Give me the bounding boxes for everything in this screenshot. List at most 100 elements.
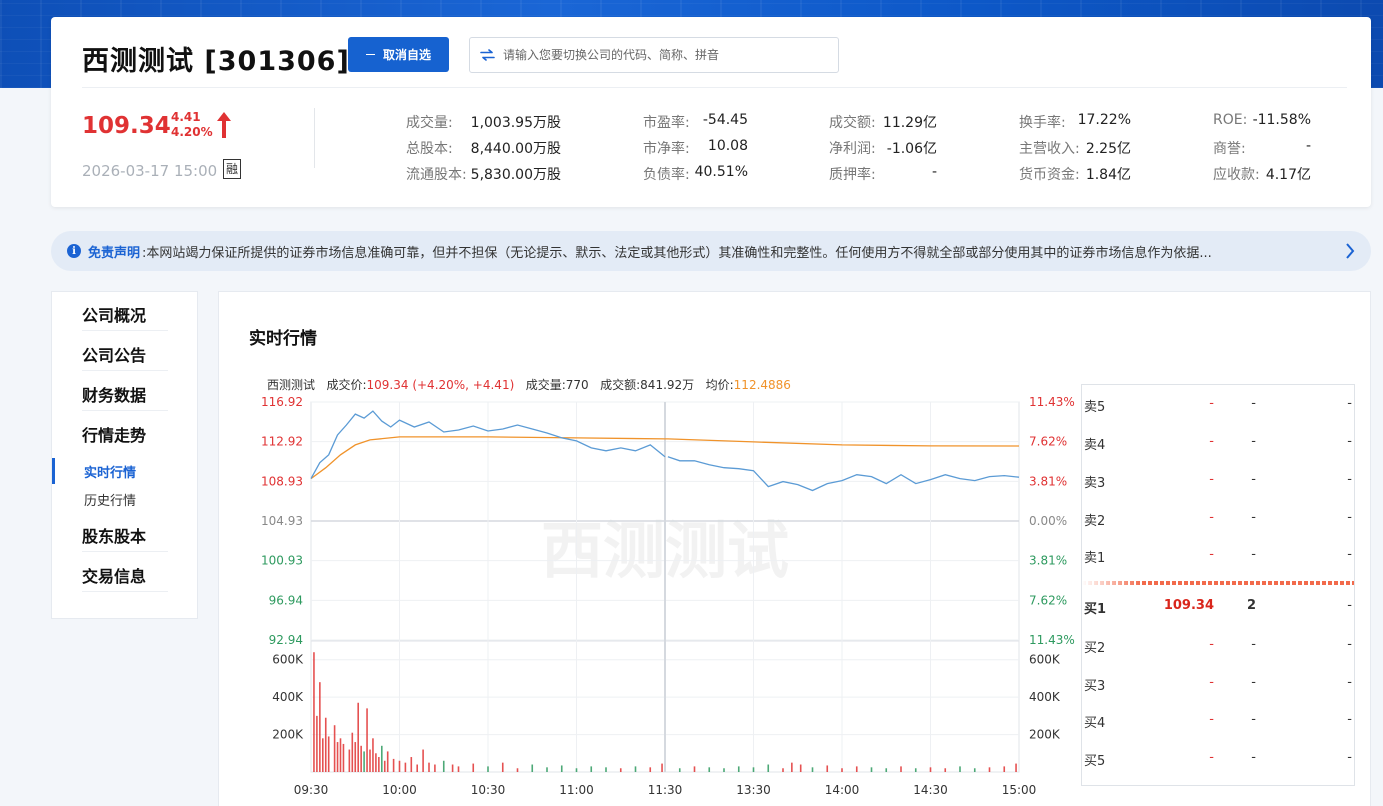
order-book-level-label: 买4	[1084, 716, 1106, 731]
disclaimer-title: 免责声明	[88, 245, 141, 261]
volume-bar	[372, 738, 374, 772]
order-book-price: -	[1209, 434, 1214, 449]
metric-value: -11.58%	[1252, 112, 1311, 128]
volume-bar	[392, 758, 395, 772]
order-book-price: -	[1209, 637, 1214, 652]
chevron-right-icon[interactable]	[1345, 242, 1355, 264]
pct-tick-label: 3.81%	[1029, 554, 1067, 568]
sidebar-item-shareholders[interactable]: 股东股本	[82, 522, 168, 552]
swap-icon	[480, 46, 495, 65]
sidebar-item-financials[interactable]: 财务数据	[82, 381, 168, 411]
volume-bar	[319, 682, 321, 772]
metric-label: 市盈率:	[643, 115, 690, 131]
company-search-box[interactable]	[469, 37, 839, 73]
pct-tick-label: 3.81%	[1029, 474, 1067, 488]
intraday-chart[interactable]: 西测测试116.92 11.43%112.92 7.62%108.93 3.81%10…	[219, 292, 1079, 806]
order-book-row: 卖5 - - -	[1082, 396, 1354, 416]
volume-bar	[900, 766, 902, 772]
metric-value: 4.17亿	[1265, 167, 1311, 183]
order-book-extra: -	[1347, 637, 1352, 652]
sidebar-subitem-realtime[interactable]: 实时行情	[84, 462, 136, 481]
volume-bar	[381, 745, 383, 772]
info-icon: i	[67, 244, 81, 258]
volume-bar	[451, 764, 454, 772]
order-book-extra: -	[1347, 750, 1352, 765]
price-tick-label: 116.92	[261, 395, 303, 409]
order-book-level-label: 卖1	[1084, 551, 1106, 566]
time-tick-label: 10:00	[382, 783, 417, 797]
volume-bar	[531, 764, 534, 772]
metric-item: 市净率: 10.08	[643, 138, 748, 158]
metric-label: 主营收入:	[1019, 141, 1080, 157]
volume-bar	[767, 764, 770, 772]
order-book-row: 卖3 - - -	[1082, 472, 1354, 492]
sidebar-item-company-overview[interactable]: 公司概况	[82, 301, 168, 331]
metric-label: 应收款:	[1213, 167, 1260, 183]
volume-bar	[416, 764, 418, 772]
metric-label: 商誉:	[1213, 141, 1246, 157]
metric-item: 主营收入: 2.25亿	[1019, 138, 1131, 158]
volume-bar	[342, 743, 345, 772]
metric-value: -	[931, 164, 937, 180]
volume-bar	[410, 757, 413, 772]
price-tick-label: 112.92	[261, 435, 303, 449]
volume-bar	[737, 766, 740, 772]
pct-tick-label: 0.00%	[1029, 514, 1067, 528]
volume-bar	[375, 753, 377, 772]
disclaimer-bar[interactable]: i 免责声明 :本网站竭力保证所提供的证券市场信息准确可靠，但并不担保（无论提示…	[51, 231, 1371, 271]
volume-bar	[398, 760, 401, 772]
quote-datetime: 2026-03-17 15:00	[82, 162, 218, 180]
metric-label: ROE:	[1213, 112, 1248, 128]
sidebar-subitem-history[interactable]: 历史行情	[84, 490, 136, 509]
sidebar-item-market-trend[interactable]: 行情走势	[82, 421, 168, 451]
volume-bar	[885, 768, 888, 772]
metric-label: 市净率:	[643, 141, 690, 157]
margin-trading-badge: 融	[223, 159, 242, 179]
metric-item: 负债率: 40.51%	[643, 164, 748, 184]
sidebar-item-trading-info[interactable]: 交易信息	[82, 562, 168, 592]
cancel-watchlist-button[interactable]: 取消自选	[348, 37, 449, 72]
metric-label: 成交额:	[829, 115, 876, 131]
volume-bar	[363, 751, 365, 772]
metric-value: -1.06亿	[886, 141, 937, 157]
order-book-extra: -	[1347, 434, 1352, 449]
metric-label: 货币资金:	[1019, 167, 1080, 183]
volume-tick-label: 400K	[272, 690, 304, 704]
volume-bar	[811, 767, 814, 772]
metric-item: 总股本: 8,440.00万股	[406, 138, 561, 158]
volume-bar	[324, 717, 327, 772]
metric-label: 负债率:	[643, 167, 690, 183]
volume-bar	[333, 725, 336, 772]
volume-bar	[661, 763, 663, 772]
metric-item: 流通股本: 5,830.00万股	[406, 164, 561, 184]
order-book-volume: -	[1251, 712, 1256, 727]
order-book-row: 卖2 - - -	[1082, 510, 1354, 530]
order-book-level-label: 买1	[1084, 602, 1107, 617]
volume-bar	[619, 768, 622, 772]
price-tick-label: 108.93	[261, 474, 303, 488]
volume-bar	[351, 732, 354, 772]
metric-item: ROE: -11.58%	[1213, 112, 1311, 128]
page-title: 西测测试 [301306]	[82, 46, 350, 77]
order-book-price: -	[1209, 712, 1214, 727]
order-book-extra: -	[1347, 510, 1352, 525]
metric-value: 11.29亿	[882, 115, 937, 131]
volume-bar	[752, 767, 755, 772]
order-book-volume: -	[1251, 750, 1256, 765]
volume-bar	[378, 757, 380, 772]
order-book-price: -	[1209, 750, 1214, 765]
order-book-price: -	[1209, 675, 1214, 690]
pct-tick-label: 7.62%	[1029, 593, 1067, 607]
sidebar-item-announcements[interactable]: 公司公告	[82, 341, 168, 371]
metric-label: 净利润:	[829, 141, 876, 157]
volume-bar	[313, 652, 315, 772]
volume-bar	[575, 768, 578, 772]
metric-item: 成交量: 1,003.95万股	[406, 112, 561, 132]
metric-label: 质押率:	[829, 167, 876, 183]
volume-bar	[1003, 766, 1006, 772]
company-search-input[interactable]	[503, 48, 823, 62]
order-book-level-label: 买3	[1084, 679, 1106, 694]
metric-item: 商誉: -	[1213, 138, 1311, 158]
metric-value: 8,440.00万股	[470, 141, 561, 157]
order-book-extra: -	[1347, 547, 1352, 562]
